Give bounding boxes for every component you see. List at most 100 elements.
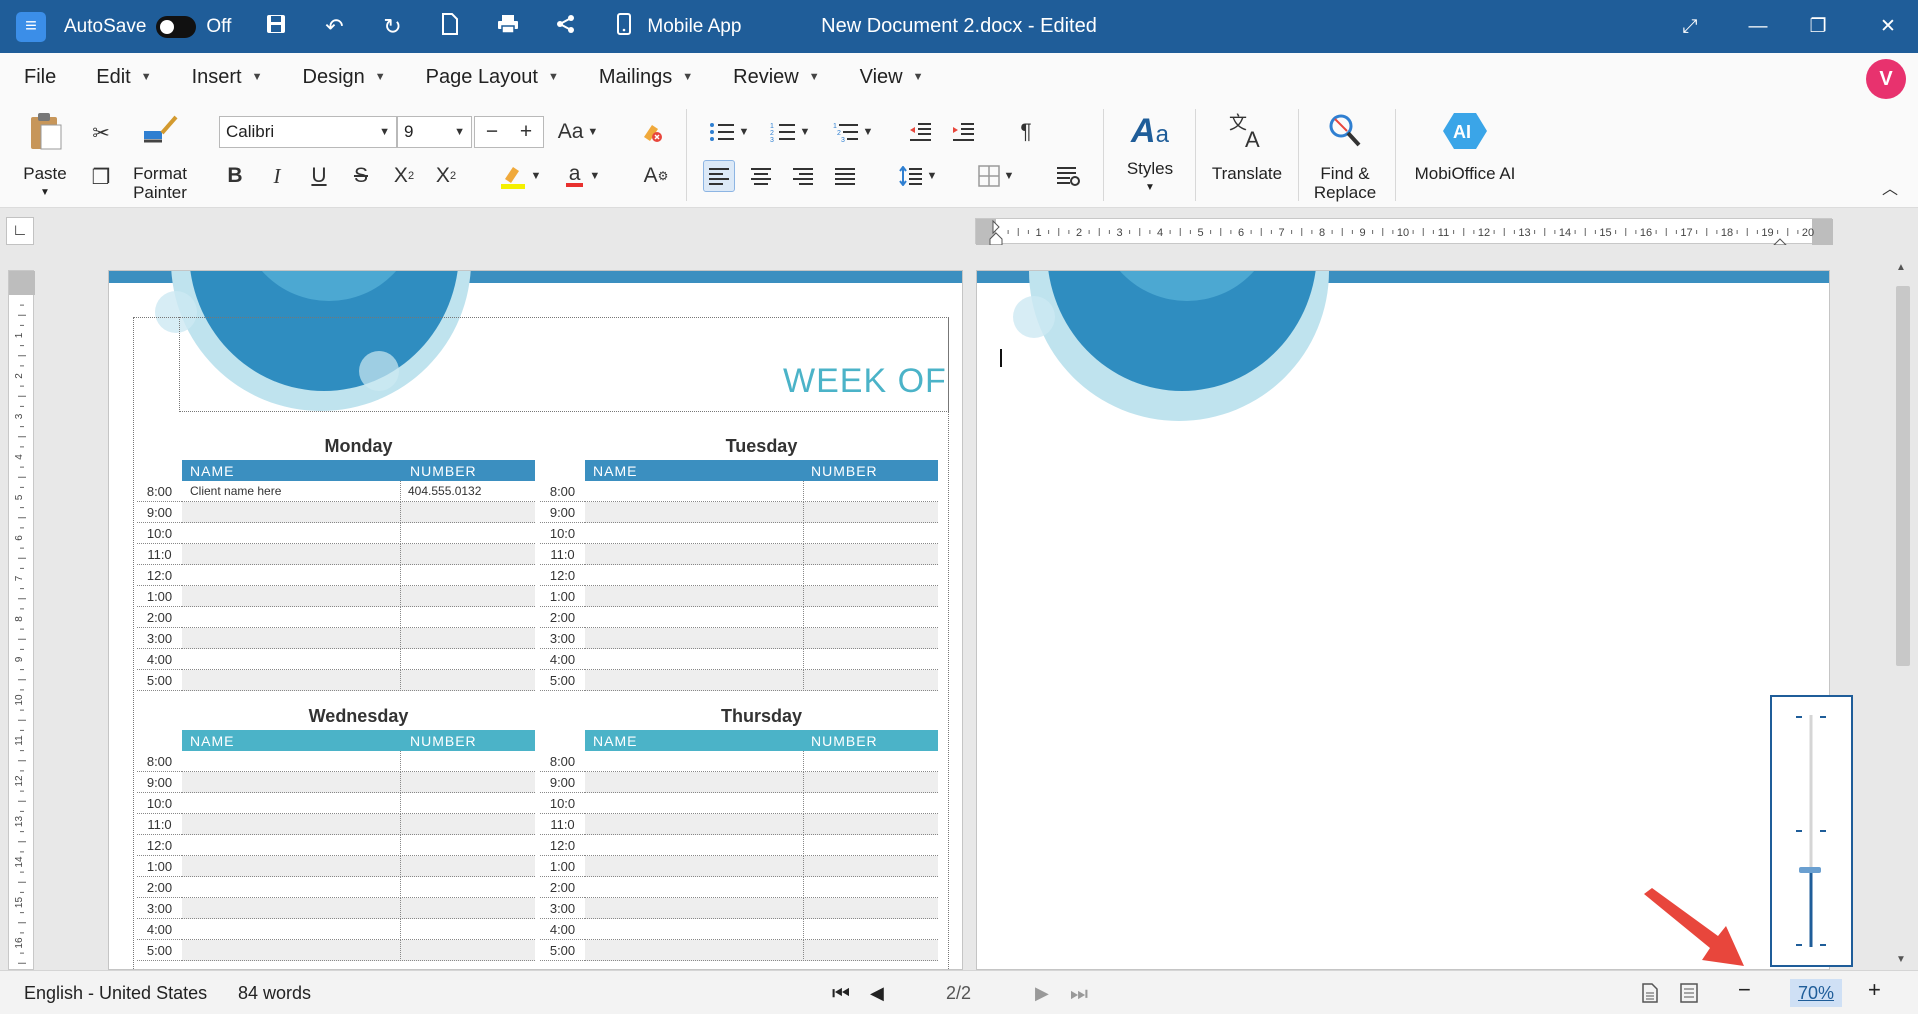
table-row[interactable] — [182, 940, 535, 961]
align-center-icon[interactable] — [745, 160, 777, 192]
table-row[interactable] — [182, 502, 535, 523]
menu-file[interactable]: File — [24, 66, 56, 89]
underline-icon[interactable]: U — [303, 160, 335, 192]
client-number-cell[interactable]: 404.555.0132 — [408, 484, 481, 498]
table-row[interactable] — [182, 523, 535, 544]
decrease-font-icon[interactable]: − — [486, 120, 498, 144]
table-row[interactable] — [585, 856, 938, 877]
table-row[interactable] — [585, 565, 938, 586]
table-row[interactable] — [182, 649, 535, 670]
table-row[interactable] — [585, 649, 938, 670]
vertical-scrollbar[interactable]: ▲ ▼ — [1892, 262, 1912, 972]
table-row[interactable] — [585, 751, 938, 772]
subscript-icon[interactable]: X2 — [388, 160, 420, 192]
copy-icon[interactable]: ❐ — [85, 161, 117, 193]
table-row[interactable] — [182, 835, 535, 856]
page-counter[interactable]: 2/2 — [946, 983, 971, 1004]
web-layout-icon[interactable] — [1680, 983, 1698, 1008]
table-row[interactable] — [182, 919, 535, 940]
table-row[interactable]: Client name here 404.555.0132 — [182, 481, 535, 502]
first-page-icon[interactable]: ⏮ — [832, 983, 850, 1006]
line-spacing-button[interactable]: ▼ — [892, 160, 944, 192]
table-row[interactable] — [585, 628, 938, 649]
word-count[interactable]: 84 words — [238, 983, 311, 1004]
menu-design[interactable]: Design ▼ — [303, 66, 386, 89]
menu-insert[interactable]: Insert ▼ — [192, 66, 263, 89]
table-row[interactable] — [585, 607, 938, 628]
font-name-select[interactable]: Calibri ▼ — [219, 116, 397, 148]
menu-review[interactable]: Review ▼ — [733, 66, 819, 89]
font-color-button[interactable]: a ▼ — [557, 160, 609, 192]
zoom-slider-popup[interactable] — [1770, 695, 1853, 967]
strikethrough-icon[interactable]: S — [345, 160, 377, 192]
table-row[interactable] — [182, 607, 535, 628]
tab-stop-selector[interactable]: ∟ — [6, 217, 34, 245]
close-icon[interactable]: ✕ — [1858, 0, 1918, 53]
table-row[interactable] — [182, 772, 535, 793]
scroll-up-icon[interactable]: ▲ — [1896, 262, 1906, 273]
superscript-icon[interactable]: X2 — [430, 160, 462, 192]
increase-indent-icon[interactable] — [947, 116, 979, 148]
align-right-icon[interactable] — [787, 160, 819, 192]
table-row[interactable] — [182, 856, 535, 877]
vertical-ruler[interactable]: 1 2 3 4 5 6 7 8 9 10 11 12 13 14 15 16 — [8, 270, 35, 970]
table-row[interactable] — [585, 793, 938, 814]
client-name-cell[interactable]: Client name here — [190, 484, 281, 498]
new-document-icon[interactable] — [437, 12, 463, 41]
menu-page-layout[interactable]: Page Layout ▼ — [426, 66, 559, 89]
bold-icon[interactable]: B — [219, 160, 251, 192]
show-formatting-marks-icon[interactable]: ¶ — [1010, 116, 1042, 148]
app-menu-icon[interactable]: ≡ — [16, 11, 46, 42]
table-row[interactable] — [182, 793, 535, 814]
find-replace-button[interactable]: Find & Replace — [1306, 111, 1384, 202]
table-row[interactable] — [585, 586, 938, 607]
table-row[interactable] — [182, 544, 535, 565]
numbered-list-button[interactable]: 123 ▼ — [764, 116, 816, 148]
table-row[interactable] — [585, 814, 938, 835]
horizontal-ruler[interactable]: 1 2 3 4 5 6 7 8 9 10 11 12 13 14 15 16 17 18 19 20 — [975, 218, 1833, 246]
cut-icon[interactable]: ✂ — [85, 117, 117, 149]
font-size-stepper[interactable]: − + — [474, 116, 544, 148]
table-row[interactable] — [182, 898, 535, 919]
zoom-slider-thumb[interactable] — [1799, 866, 1821, 873]
table-row[interactable] — [585, 772, 938, 793]
mobile-phone-icon[interactable] — [611, 12, 637, 41]
last-page-icon[interactable]: ⏭ — [1070, 983, 1088, 1006]
italic-icon[interactable]: I — [261, 160, 293, 192]
bullet-list-button[interactable]: ▼ — [703, 116, 755, 148]
menu-view[interactable]: View ▼ — [860, 66, 924, 89]
share-icon[interactable] — [553, 14, 579, 40]
align-left-icon[interactable] — [703, 160, 735, 192]
zoom-in-icon[interactable]: + — [1868, 977, 1881, 1003]
language-indicator[interactable]: English - United States — [24, 983, 207, 1004]
undo-icon[interactable]: ↶ — [321, 14, 347, 40]
fullscreen-icon[interactable]: ⤢ — [1660, 0, 1720, 53]
zoom-level-value[interactable]: 70% — [1790, 979, 1842, 1007]
format-painter-button[interactable]: Format Painter — [122, 111, 198, 202]
scrollbar-thumb[interactable] — [1896, 286, 1910, 666]
change-case-button[interactable]: Aa ▼ — [552, 116, 604, 148]
user-avatar[interactable]: V — [1866, 59, 1906, 99]
maximize-icon[interactable]: ❐ — [1788, 0, 1848, 53]
table-row[interactable] — [182, 751, 535, 772]
table-row[interactable] — [585, 481, 938, 502]
table-row[interactable] — [182, 586, 535, 607]
document-page-2[interactable] — [976, 270, 1830, 970]
table-row[interactable] — [182, 565, 535, 586]
next-page-icon[interactable]: ▶ — [1035, 983, 1049, 1004]
table-row[interactable] — [182, 628, 535, 649]
paste-button[interactable]: Paste ▼ — [14, 111, 76, 202]
save-icon[interactable] — [263, 14, 289, 40]
table-row[interactable] — [182, 670, 535, 691]
multilevel-list-button[interactable]: 123 ▼ — [827, 116, 879, 148]
previous-page-icon[interactable]: ◀ — [870, 983, 884, 1004]
menu-edit[interactable]: Edit ▼ — [96, 66, 151, 89]
table-row[interactable] — [585, 523, 938, 544]
scroll-down-icon[interactable]: ▼ — [1896, 954, 1906, 965]
table-row[interactable] — [585, 670, 938, 691]
table-row[interactable] — [585, 877, 938, 898]
mobile-app-label[interactable]: Mobile App — [647, 16, 741, 38]
table-row[interactable] — [585, 898, 938, 919]
justify-icon[interactable] — [829, 160, 861, 192]
text-effects-icon[interactable]: A ⚙ — [640, 160, 672, 192]
